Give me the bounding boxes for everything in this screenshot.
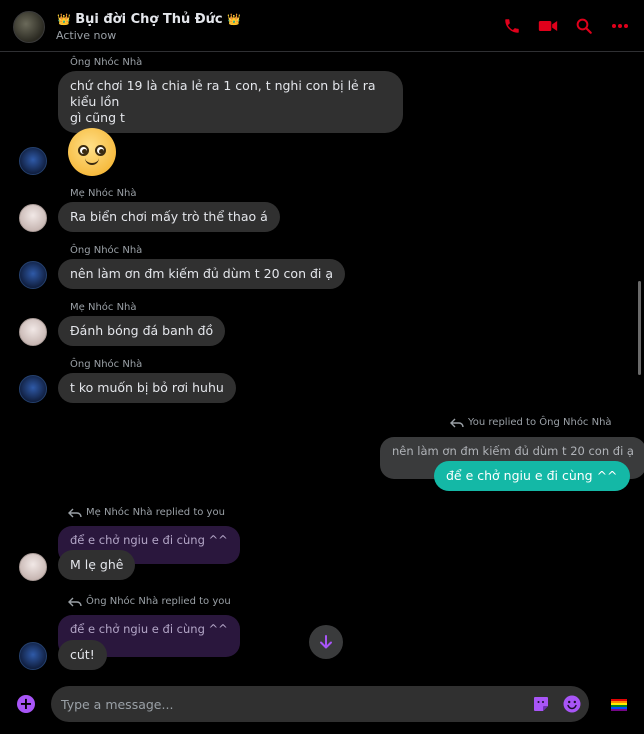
video-call-icon[interactable] bbox=[538, 16, 558, 36]
message-bubble[interactable]: cút! bbox=[58, 640, 107, 670]
chat-title[interactable]: 👑 Bụi đời Chợ Thủ Đức 👑 bbox=[57, 12, 241, 27]
crown-icon: 👑 bbox=[227, 13, 241, 26]
avatar[interactable] bbox=[19, 553, 47, 581]
sender-name: Ông Nhóc Nhà bbox=[70, 245, 143, 256]
emoji-eye bbox=[78, 145, 89, 156]
active-status: Active now bbox=[56, 29, 117, 42]
chat-title-text: Bụi đời Chợ Thủ Đức bbox=[75, 12, 223, 27]
reply-label: You replied to Ông Nhóc Nhà bbox=[468, 417, 612, 428]
message-bubble[interactable]: nên làm ơn đm kiếm đủ dùm t 20 con đi ạ bbox=[58, 259, 346, 289]
smiling-face-emoji-icon[interactable] bbox=[68, 128, 116, 176]
theme-icon[interactable] bbox=[611, 699, 627, 711]
reply-indicator: You replied to Ông Nhóc Nhà bbox=[450, 417, 612, 428]
avatar[interactable] bbox=[19, 375, 47, 403]
message-line: chứ chơi 19 là chia lẻ ra 1 con, t nghi … bbox=[70, 78, 376, 109]
message-input-wrap bbox=[51, 686, 589, 722]
emoji-mouth bbox=[85, 157, 99, 165]
sticker-icon[interactable] bbox=[532, 695, 550, 713]
emoji-eye bbox=[95, 145, 106, 156]
add-icon[interactable]: + bbox=[17, 695, 35, 713]
reply-indicator: Ông Nhóc Nhà replied to you bbox=[68, 596, 231, 607]
message-bubble[interactable]: Ra biển chơi mấy trò thể thao á bbox=[58, 202, 280, 232]
avatar[interactable] bbox=[19, 318, 47, 346]
avatar[interactable] bbox=[19, 261, 47, 289]
reply-label: Ông Nhóc Nhà replied to you bbox=[86, 596, 231, 607]
message-bubble-self[interactable]: để e chở ngiu e đi cùng ^^ bbox=[434, 461, 630, 491]
reply-arrow-icon bbox=[450, 418, 464, 427]
scrollbar-thumb[interactable] bbox=[638, 281, 641, 375]
message-bubble[interactable]: t ko muốn bị bỏ rơi huhu bbox=[58, 373, 236, 403]
avatar[interactable] bbox=[19, 204, 47, 232]
sender-name: Ông Nhóc Nhà bbox=[70, 359, 143, 370]
message-line: gì cũng t bbox=[70, 110, 125, 125]
message-thread[interactable]: Ông Nhóc Nhà chứ chơi 19 là chia lẻ ra 1… bbox=[0, 53, 644, 680]
more-icon[interactable] bbox=[610, 16, 630, 36]
header-actions bbox=[502, 16, 630, 36]
group-avatar[interactable] bbox=[13, 11, 45, 43]
theme-stripe bbox=[611, 709, 627, 711]
avatar[interactable] bbox=[19, 642, 47, 670]
message-input[interactable] bbox=[61, 686, 521, 722]
scroll-to-bottom-button[interactable] bbox=[309, 625, 343, 659]
emoji-icon[interactable] bbox=[563, 695, 581, 713]
crown-icon: 👑 bbox=[57, 13, 71, 26]
reply-label: Mẹ Nhóc Nhà replied to you bbox=[86, 507, 225, 518]
chat-header: 👑 Bụi đời Chợ Thủ Đức 👑 Active now bbox=[0, 0, 644, 52]
reply-indicator: Mẹ Nhóc Nhà replied to you bbox=[68, 507, 225, 518]
message-bubble[interactable]: Đánh bóng đá banh đồ bbox=[58, 316, 226, 346]
sender-name: Mẹ Nhóc Nhà bbox=[70, 302, 137, 313]
message-bubble[interactable]: chứ chơi 19 là chia lẻ ra 1 con, t nghi … bbox=[58, 71, 403, 133]
avatar[interactable] bbox=[19, 147, 47, 175]
reply-arrow-icon bbox=[68, 597, 82, 606]
phone-icon[interactable] bbox=[502, 16, 522, 36]
search-icon[interactable] bbox=[574, 16, 594, 36]
arrow-down-icon bbox=[320, 635, 332, 649]
message-bubble[interactable]: M lẹ ghê bbox=[58, 550, 136, 580]
sender-name: Ông Nhóc Nhà bbox=[70, 57, 143, 68]
message-composer: + bbox=[0, 680, 644, 734]
reply-arrow-icon bbox=[68, 508, 82, 517]
sender-name: Mẹ Nhóc Nhà bbox=[70, 188, 137, 199]
